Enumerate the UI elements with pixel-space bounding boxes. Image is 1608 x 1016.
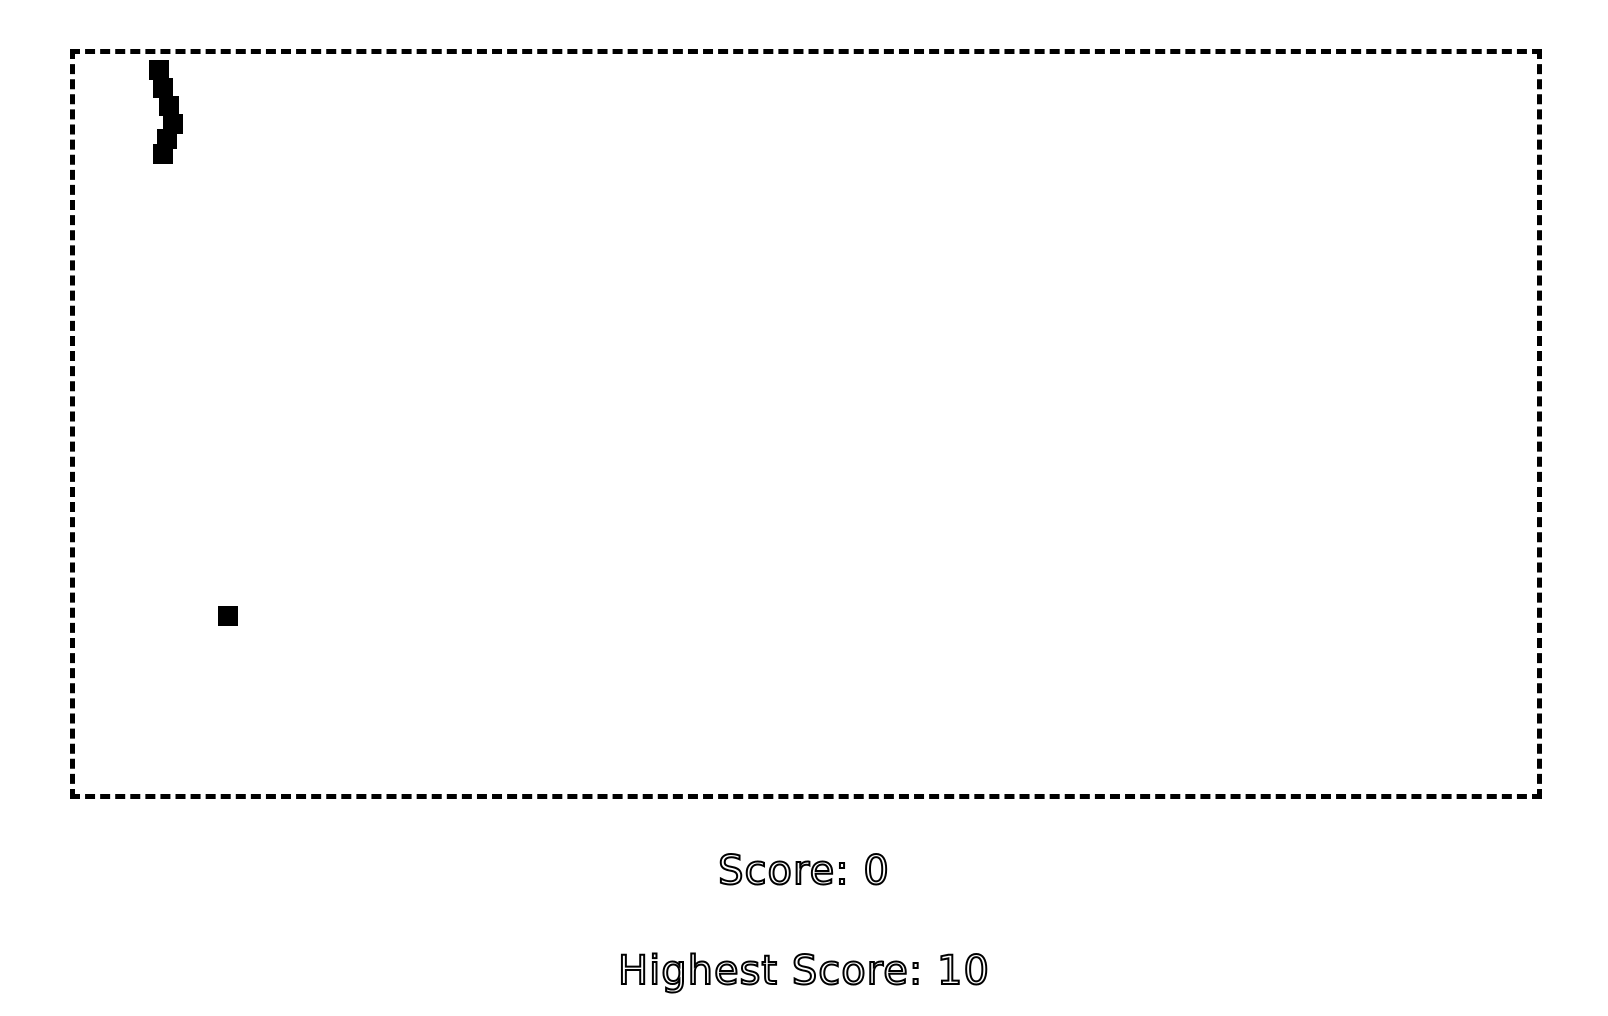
snake-segment [149,60,169,80]
game-page: Score: 0 Highest Score: 10 [0,0,1608,1016]
snake-head [153,144,173,164]
high-score-display: Highest Score: 10 [617,947,990,995]
game-board[interactable] [70,49,1542,799]
snake-segment [159,96,179,116]
score-display: Score: 0 [717,847,890,895]
food-pellet [218,606,238,626]
snake-segment [153,78,173,98]
